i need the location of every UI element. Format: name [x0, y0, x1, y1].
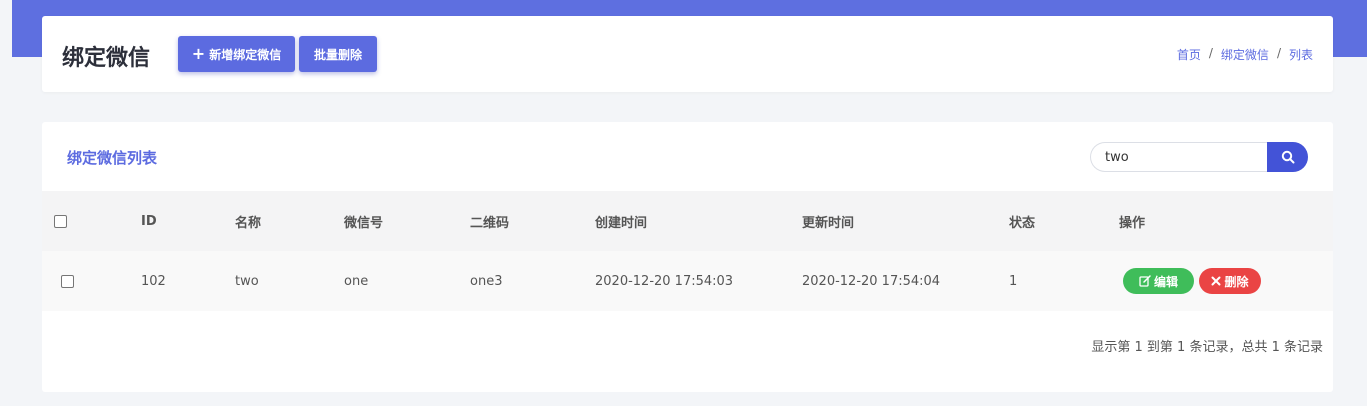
cell-status: 1 [1009, 273, 1018, 289]
table-row: 102 two one one3 2020-12-20 17:54:03 202… [42, 251, 1333, 311]
select-all-checkbox-cell [54, 191, 67, 251]
search-button[interactable] [1267, 142, 1308, 172]
search-icon [1281, 150, 1294, 164]
breadcrumb: 首页 / 绑定微信 / 列表 [1177, 46, 1313, 63]
row-checkbox-cell [61, 251, 74, 311]
page-header: 绑定微信 + 新增绑定微信 批量删除 首页 / 绑定微信 / 列表 [42, 16, 1333, 92]
list-card: 绑定微信列表 ID 名称 微信号 二维码 创建时间 更新时间 状态 操作 102… [42, 122, 1333, 392]
plus-icon: + [191, 44, 206, 63]
delete-label: 删除 [1224, 274, 1249, 289]
column-header-updated[interactable]: 更新时间 [802, 191, 854, 251]
add-button-label: 新增绑定微信 [209, 47, 282, 62]
batch-delete-button[interactable]: 批量删除 [299, 36, 377, 72]
cell-qrcode: one3 [470, 273, 503, 289]
add-button[interactable]: + 新增绑定微信 [178, 36, 295, 72]
column-header-qrcode[interactable]: 二维码 [470, 191, 509, 251]
delete-button[interactable]: 删除 [1199, 268, 1261, 294]
edit-button[interactable]: 编辑 [1123, 268, 1194, 294]
search-bar [1090, 142, 1308, 172]
column-header-wechat[interactable]: 微信号 [344, 191, 383, 251]
cell-wechat: one [344, 273, 369, 289]
select-all-checkbox[interactable] [54, 214, 67, 228]
column-header-actions: 操作 [1119, 215, 1146, 231]
page-title: 绑定微信 [62, 46, 151, 71]
cell-actions: 编辑 删除 [1123, 251, 1261, 311]
table-header: ID 名称 微信号 二维码 创建时间 更新时间 状态 操作 [42, 191, 1333, 251]
search-input[interactable] [1090, 142, 1267, 172]
column-header-id[interactable]: ID [141, 191, 157, 251]
cell-id: 102 [141, 273, 166, 289]
edit-icon [1139, 275, 1151, 287]
breadcrumb-separator: / [1276, 46, 1281, 60]
cell-created: 2020-12-20 17:54:03 [595, 273, 734, 289]
breadcrumb-section[interactable]: 绑定微信 [1221, 46, 1269, 63]
breadcrumb-current[interactable]: 列表 [1289, 46, 1313, 63]
column-header-name[interactable]: 名称 [235, 191, 261, 251]
close-icon [1211, 276, 1221, 286]
breadcrumb-separator: / [1208, 46, 1213, 60]
cell-name: two [235, 273, 259, 289]
batch-delete-label: 批量删除 [313, 47, 362, 62]
card-title: 绑定微信列表 [67, 149, 158, 167]
pagination-info: 显示第 1 到第 1 条记录，总共 1 条记录 [1091, 340, 1323, 355]
column-header-created[interactable]: 创建时间 [595, 191, 647, 251]
breadcrumb-home[interactable]: 首页 [1177, 46, 1201, 63]
row-checkbox[interactable] [61, 274, 74, 288]
cell-updated: 2020-12-20 17:54:04 [802, 273, 941, 289]
edit-label: 编辑 [1153, 274, 1178, 289]
column-header-status[interactable]: 状态 [1009, 191, 1035, 251]
